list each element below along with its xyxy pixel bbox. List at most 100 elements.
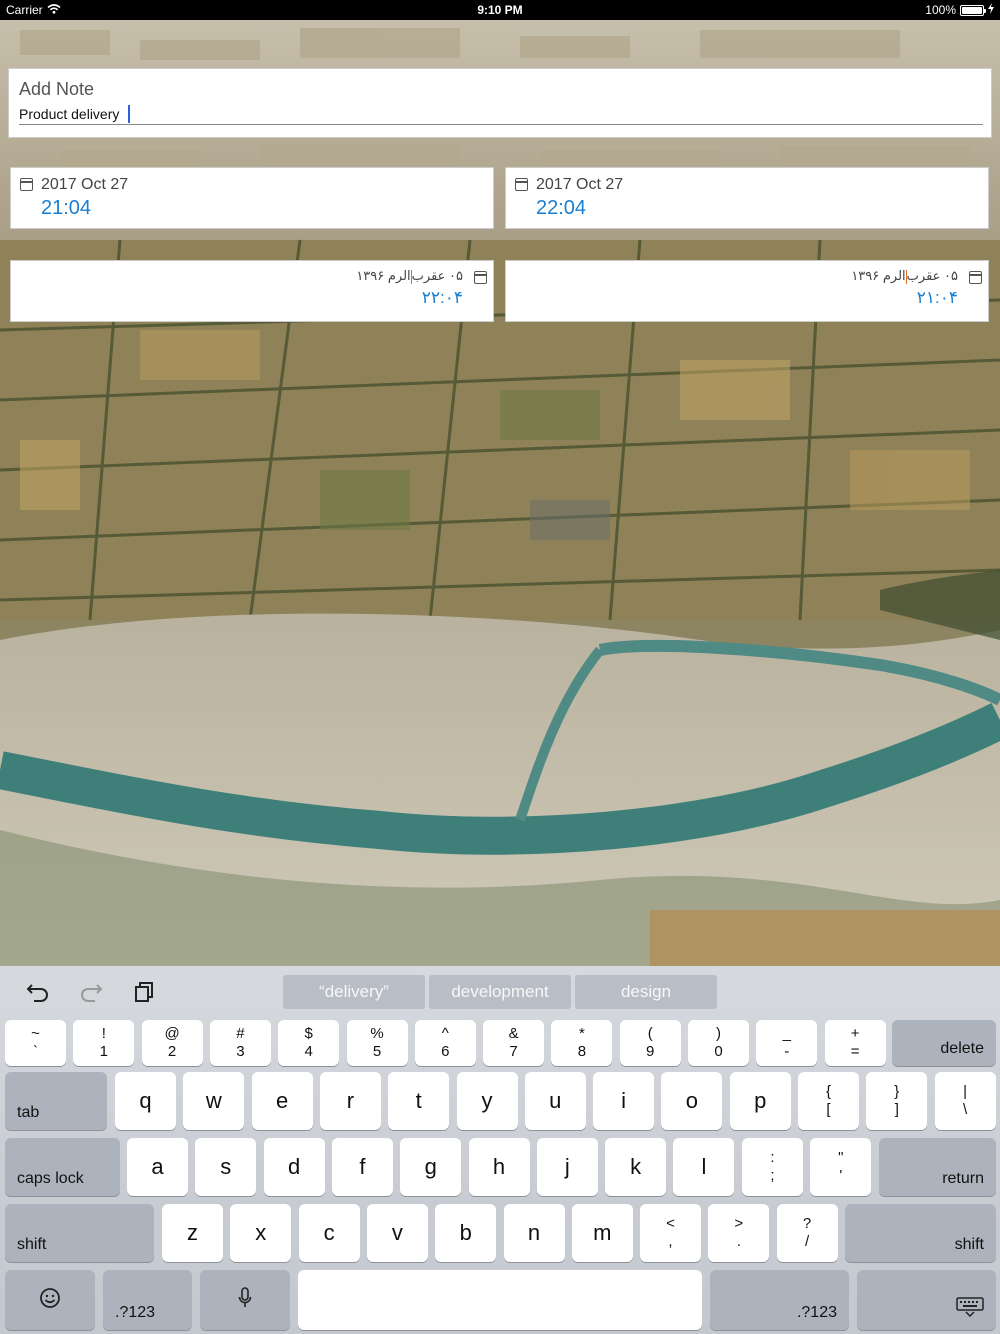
key-p[interactable]: p <box>729 1072 791 1130</box>
key-bottom-symbol: ; <box>770 1167 775 1184</box>
key-bottom-symbol: [ <box>826 1101 831 1118</box>
key-l[interactable]: l <box>673 1138 735 1196</box>
key-top-symbol: # <box>236 1025 245 1042</box>
key-o[interactable]: o <box>661 1072 723 1130</box>
key-m[interactable]: m <box>571 1204 633 1262</box>
key-v[interactable]: v <box>366 1204 428 1262</box>
symbol-key[interactable]: >. <box>708 1204 770 1262</box>
key-h[interactable]: h <box>468 1138 530 1196</box>
key-letter: i <box>621 1088 627 1113</box>
key-letter: l <box>701 1154 707 1179</box>
caps-lock-label: caps lock <box>17 1170 84 1187</box>
key-bottom-symbol: \ <box>963 1101 968 1118</box>
number-key[interactable]: ~ ` <box>5 1020 66 1066</box>
key-top-symbol: ^ <box>441 1025 449 1042</box>
symbol-key[interactable]: <, <box>640 1204 701 1262</box>
left-shift-key[interactable]: shift <box>5 1204 154 1262</box>
key-letter: d <box>287 1154 301 1179</box>
key-i[interactable]: i <box>593 1072 655 1130</box>
symbol-key[interactable]: }] <box>866 1072 928 1130</box>
start-time: 21:04 <box>41 197 92 219</box>
key-d[interactable]: d <box>263 1138 325 1196</box>
persian-end-time: ۲۲:۰۴ <box>421 288 463 307</box>
key-a[interactable]: a <box>127 1138 188 1196</box>
numbers-key-left[interactable]: .?123 <box>103 1270 192 1330</box>
number-key[interactable]: $4 <box>278 1020 340 1066</box>
status-right: 100% <box>925 3 994 17</box>
key-w[interactable]: w <box>183 1072 245 1130</box>
symbol-key[interactable]: | \ <box>934 1072 996 1130</box>
space-bar[interactable] <box>298 1270 702 1330</box>
shift-key-label: shift <box>17 1236 47 1253</box>
background-image <box>0 0 1000 966</box>
key-g[interactable]: g <box>400 1138 462 1196</box>
key-e[interactable]: e <box>251 1072 313 1130</box>
note-input[interactable] <box>19 103 983 125</box>
number-key[interactable]: + = <box>824 1020 886 1066</box>
number-key[interactable]: _ - <box>756 1020 818 1066</box>
key-top-symbol: ? <box>802 1215 812 1232</box>
persian-start-date-picker[interactable]: ۰۵ عقربالرم ۱۳۹۶ ۲۱:۰۴ <box>505 260 989 322</box>
tab-key[interactable]: tab <box>5 1072 107 1130</box>
key-s[interactable]: s <box>195 1138 257 1196</box>
right-shift-key[interactable]: shift <box>845 1204 996 1262</box>
key-top-symbol: ! <box>101 1025 106 1042</box>
key-letter: c <box>323 1220 335 1245</box>
key-j[interactable]: j <box>536 1138 598 1196</box>
number-key[interactable]: ! 1 <box>73 1020 135 1066</box>
key-n[interactable]: n <box>503 1204 565 1262</box>
key-q[interactable]: q <box>115 1072 176 1130</box>
number-key[interactable]: #3 <box>209 1020 271 1066</box>
end-date-picker[interactable]: 2017 Oct 27 22:04 <box>505 167 989 229</box>
hide-keyboard-key[interactable] <box>857 1270 996 1330</box>
suggestion-2[interactable]: development <box>429 975 571 1009</box>
number-key[interactable]: * 8 <box>551 1020 613 1066</box>
key-top-symbol: " <box>838 1149 844 1166</box>
key-c[interactable]: c <box>298 1204 360 1262</box>
battery-icon <box>960 4 986 16</box>
delete-key[interactable]: delete <box>892 1020 996 1066</box>
suggestion-3[interactable]: design <box>575 975 717 1009</box>
key-f[interactable]: f <box>331 1138 393 1196</box>
key-letter: o <box>685 1088 699 1113</box>
key-k[interactable]: k <box>605 1138 667 1196</box>
symbol-key[interactable]: {[ <box>798 1072 859 1130</box>
number-key[interactable]: ^ 6 <box>414 1020 476 1066</box>
key-x[interactable]: x <box>230 1204 292 1262</box>
persian-end-date-picker[interactable]: ۰۵ عقربالرم ۱۳۹۶ ۲۲:۰۴ <box>10 260 494 322</box>
key-z[interactable]: z <box>162 1204 223 1262</box>
key-y[interactable]: y <box>456 1072 518 1130</box>
suggestion-1[interactable]: “delivery” <box>283 975 425 1009</box>
undo-icon[interactable] <box>24 978 52 1006</box>
key-bottom-symbol: / <box>805 1233 810 1250</box>
return-key[interactable]: return <box>879 1138 996 1196</box>
number-key[interactable]: @2 <box>141 1020 203 1066</box>
numbers-key-right[interactable]: .?123 <box>710 1270 849 1330</box>
key-b[interactable]: b <box>435 1204 497 1262</box>
number-key[interactable]: % 5 <box>346 1020 408 1066</box>
number-key[interactable]: ) 0 <box>688 1020 749 1066</box>
tab-key-label: tab <box>17 1104 40 1121</box>
key-top-symbol: > <box>734 1215 744 1232</box>
status-time: 9:10 PM <box>477 3 523 17</box>
clipboard-icon[interactable] <box>130 978 158 1006</box>
numbers-key-label: .?123 <box>796 1304 837 1321</box>
key-u[interactable]: u <box>524 1072 586 1130</box>
shift-key-label: shift <box>954 1236 984 1253</box>
emoji-key[interactable] <box>5 1270 95 1330</box>
number-key[interactable]: & 7 <box>483 1020 545 1066</box>
key-r[interactable]: r <box>319 1072 381 1130</box>
symbol-key[interactable]: ? / <box>776 1204 838 1262</box>
key-t[interactable]: t <box>388 1072 450 1130</box>
key-bottom-symbol: . <box>736 1233 741 1250</box>
number-key[interactable]: (9 <box>619 1020 681 1066</box>
dictation-key[interactable] <box>200 1270 290 1330</box>
start-date-picker[interactable]: 2017 Oct 27 21:04 <box>10 167 494 229</box>
caps-lock-key[interactable]: caps lock <box>5 1138 120 1196</box>
key-top-symbol: } <box>894 1083 900 1100</box>
symbol-key[interactable]: " ' <box>810 1138 872 1196</box>
symbol-key[interactable]: :; <box>742 1138 803 1196</box>
key-bottom-symbol: 9 <box>646 1043 655 1060</box>
key-bottom-symbol: 0 <box>714 1043 723 1060</box>
redo-icon[interactable] <box>77 978 105 1006</box>
